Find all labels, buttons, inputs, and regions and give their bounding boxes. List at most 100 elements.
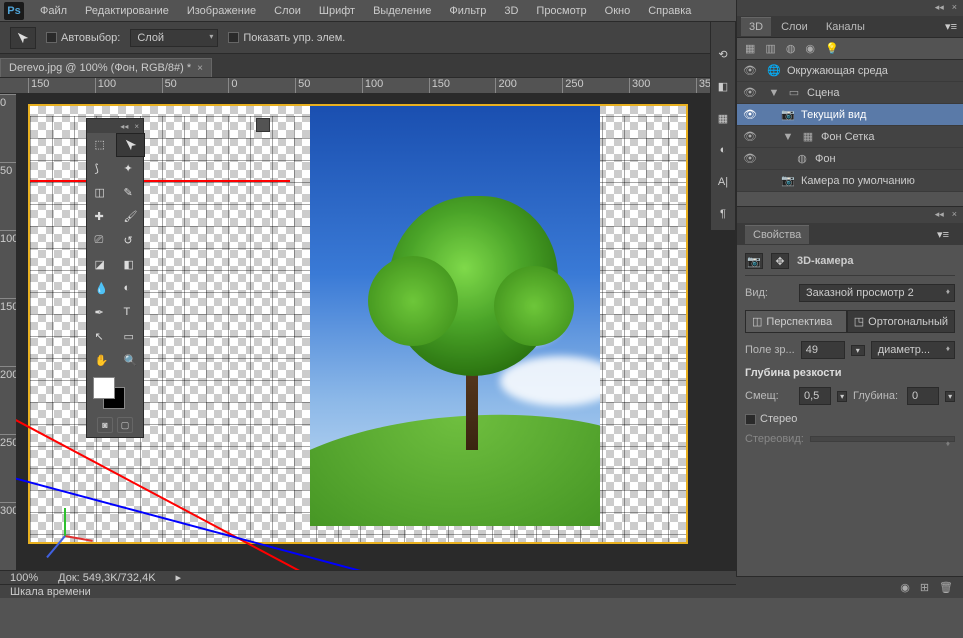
menu-layers[interactable]: Слои bbox=[266, 3, 309, 19]
menu-edit[interactable]: Редактирование bbox=[77, 3, 177, 19]
collapse-icon[interactable]: ◂◂ bbox=[935, 209, 944, 221]
expand-icon[interactable]: ▼ bbox=[781, 131, 795, 143]
history-brush-tool-icon[interactable]: ↺ bbox=[116, 229, 145, 253]
gradient-tool-icon[interactable]: ◧ bbox=[116, 253, 145, 277]
color-panel-icon[interactable]: ◧ bbox=[711, 70, 735, 102]
image-plane[interactable] bbox=[310, 106, 600, 526]
perspective-toggle[interactable]: ◫Перспектива bbox=[745, 310, 847, 333]
expand-icon[interactable]: ▼ bbox=[767, 87, 781, 99]
stereo-check[interactable]: Стерео bbox=[745, 413, 955, 425]
visibility-eye-icon[interactable]: 👁 bbox=[743, 64, 755, 77]
scene-item[interactable]: 👁◍Фон bbox=[737, 148, 963, 170]
visibility-eye-icon[interactable]: 👁 bbox=[743, 130, 755, 143]
scene-item[interactable]: 👁📷Текущий вид bbox=[737, 104, 963, 126]
zoom-tool-icon[interactable]: 🔍 bbox=[116, 349, 145, 373]
eyedropper-tool-icon[interactable]: ✎ bbox=[116, 181, 145, 205]
tab-channels[interactable]: Каналы bbox=[818, 18, 873, 36]
close-icon[interactable]: × bbox=[952, 209, 957, 221]
menu-file[interactable]: Файл bbox=[32, 3, 75, 19]
view-dropdown[interactable]: Заказной просмотр 2 bbox=[799, 284, 955, 302]
quickmask-icon[interactable]: ◙ bbox=[97, 417, 113, 433]
menu-window[interactable]: Окно bbox=[597, 3, 639, 19]
adjustments-panel-icon[interactable]: ◐ bbox=[711, 134, 735, 166]
menu-select[interactable]: Выделение bbox=[365, 3, 439, 19]
scene-item[interactable]: 👁🌐Окружающая среда bbox=[737, 60, 963, 82]
tab-3d[interactable]: 3D bbox=[741, 17, 771, 36]
show-controls-check[interactable]: Показать упр. элем. bbox=[228, 32, 345, 44]
menu-type[interactable]: Шрифт bbox=[311, 3, 363, 19]
scene-item[interactable]: 👁▼▦Фон Сетка bbox=[737, 126, 963, 148]
tab-layers[interactable]: Слои bbox=[773, 18, 816, 36]
character-panel-icon[interactable]: A| bbox=[711, 166, 735, 198]
lasso-tool-icon[interactable]: ⟆ bbox=[87, 157, 116, 181]
move-tool-icon[interactable] bbox=[116, 133, 145, 157]
menu-view[interactable]: Просмотр bbox=[528, 3, 594, 19]
new-layer-icon[interactable]: ⊞ bbox=[920, 581, 929, 594]
doc-size-label[interactable]: Док: 549,3K/732,4K bbox=[58, 572, 155, 584]
depth-spinner[interactable]: ▾ bbox=[945, 391, 955, 402]
scene-item[interactable]: 📷Камера по умолчанию bbox=[737, 170, 963, 192]
type-tool-icon[interactable]: T bbox=[116, 301, 145, 325]
crop-tool-icon[interactable]: ◫ bbox=[87, 181, 116, 205]
orthogonal-toggle[interactable]: ◳Ортогональный bbox=[847, 310, 955, 333]
3d-axis-gizmo[interactable] bbox=[40, 494, 88, 542]
visibility-eye-icon[interactable]: 👁 bbox=[743, 108, 755, 121]
fov-unit-dropdown[interactable]: диаметр... bbox=[871, 341, 955, 359]
panel-collapse-icon[interactable] bbox=[256, 118, 270, 132]
fov-spinner[interactable]: ▾ bbox=[851, 345, 865, 356]
filter-mesh-icon[interactable]: ▥ bbox=[765, 42, 775, 55]
offset-spinner[interactable]: ▾ bbox=[837, 391, 847, 402]
ruler-vertical[interactable]: 050100150200250300350 bbox=[0, 94, 16, 570]
coords-icon[interactable]: ✥ bbox=[771, 253, 789, 269]
foreground-color-swatch[interactable] bbox=[93, 377, 115, 399]
eraser-tool-icon[interactable]: ◪ bbox=[87, 253, 116, 277]
delete-icon[interactable]: 🗑 bbox=[939, 581, 953, 594]
menu-3d[interactable]: 3D bbox=[496, 3, 526, 19]
marquee-tool-icon[interactable]: ⬚ bbox=[87, 133, 116, 157]
screenmode-icon[interactable]: ▢ bbox=[117, 417, 133, 433]
menu-help[interactable]: Справка bbox=[640, 3, 699, 19]
tools-panel[interactable]: ◂◂× ⬚ ⟆ ✦ ◫ ✎ ✚ 🖌 ⎚ ↺ ◪ ◧ 💧 ◐ ✒ T ↖ ▭ ✋ … bbox=[86, 118, 144, 438]
paragraph-panel-icon[interactable]: ¶ bbox=[711, 198, 735, 230]
close-icon[interactable]: × bbox=[134, 122, 139, 131]
status-chevron-icon[interactable]: ▸ bbox=[176, 571, 182, 584]
close-tab-icon[interactable]: × bbox=[197, 63, 203, 74]
render-icon[interactable]: ◉ bbox=[900, 581, 910, 594]
timeline-tab-label[interactable]: Шкала времени bbox=[10, 586, 91, 598]
pen-tool-icon[interactable]: ✒ bbox=[87, 301, 116, 325]
auto-select-check[interactable]: Автовыбор: bbox=[46, 32, 120, 44]
scene-item[interactable]: 👁▼▭Сцена bbox=[737, 82, 963, 104]
filter-camera-icon[interactable]: 💡 bbox=[825, 42, 839, 55]
shape-tool-icon[interactable]: ▭ bbox=[116, 325, 145, 349]
path-select-tool-icon[interactable]: ↖ bbox=[87, 325, 116, 349]
offset-field[interactable]: 0,5 bbox=[799, 387, 831, 405]
filter-scene-icon[interactable]: ▦ bbox=[745, 42, 755, 55]
menu-image[interactable]: Изображение bbox=[179, 3, 264, 19]
active-tool-icon[interactable] bbox=[10, 27, 36, 49]
collapse-icon[interactable]: ◂◂ bbox=[935, 2, 944, 14]
document-tab[interactable]: Derevo.jpg @ 100% (Фон, RGB/8#) * × bbox=[0, 58, 212, 77]
history-panel-icon[interactable]: ⟲ bbox=[711, 38, 735, 70]
panel-menu-icon[interactable]: ▾≡ bbox=[937, 228, 949, 241]
tab-properties[interactable]: Свойства bbox=[745, 225, 809, 244]
color-swatches[interactable] bbox=[87, 373, 143, 413]
menu-filter[interactable]: Фильтр bbox=[441, 3, 494, 19]
zoom-level[interactable]: 100% bbox=[10, 572, 38, 584]
dodge-tool-icon[interactable]: ◐ bbox=[116, 277, 145, 301]
visibility-eye-icon[interactable]: 👁 bbox=[743, 86, 755, 99]
auto-select-dropdown[interactable]: Слой bbox=[130, 29, 218, 47]
blur-tool-icon[interactable]: 💧 bbox=[87, 277, 116, 301]
filter-material-icon[interactable]: ◍ bbox=[786, 42, 796, 55]
hand-tool-icon[interactable]: ✋ bbox=[87, 349, 116, 373]
heal-tool-icon[interactable]: ✚ bbox=[87, 205, 116, 229]
filter-light-icon[interactable]: ◉ bbox=[805, 42, 815, 55]
swatches-panel-icon[interactable]: ▦ bbox=[711, 102, 735, 134]
tools-panel-header[interactable]: ◂◂ × bbox=[87, 119, 143, 133]
wand-tool-icon[interactable]: ✦ bbox=[116, 157, 145, 181]
collapse-icon[interactable]: ◂◂ bbox=[120, 122, 128, 131]
depth-field[interactable]: 0 bbox=[907, 387, 939, 405]
timeline-bar[interactable]: Шкала времени bbox=[0, 584, 736, 598]
close-icon[interactable]: × bbox=[952, 2, 957, 14]
brush-tool-icon[interactable]: 🖌 bbox=[116, 205, 145, 229]
fov-field[interactable]: 49 bbox=[801, 341, 845, 359]
